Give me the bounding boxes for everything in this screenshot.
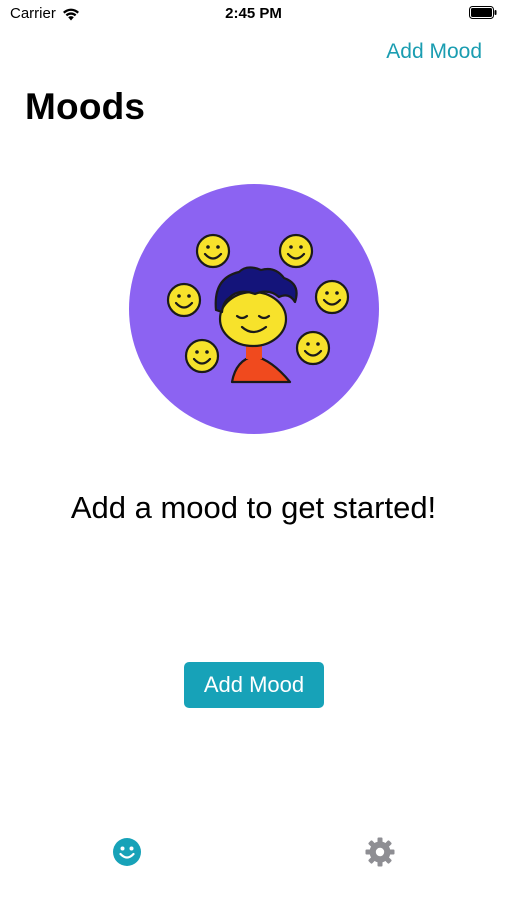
- gear-icon: [365, 837, 395, 867]
- smiley-face-icon: [195, 233, 231, 269]
- empty-state-message: Add a mood to get started!: [70, 490, 437, 525]
- smiley-face-icon: [314, 279, 350, 315]
- tab-bar: [0, 820, 507, 900]
- smiley-face-icon: [278, 233, 314, 269]
- page-title: Moods: [25, 86, 146, 127]
- add-mood-button[interactable]: Add Mood: [184, 662, 324, 708]
- add-mood-nav-button[interactable]: Add Mood: [386, 40, 482, 64]
- smiley-face-icon: [166, 282, 202, 318]
- smiley-icon: [113, 838, 141, 866]
- moods-illustration: [129, 184, 379, 434]
- status-bar: Carrier 2:45 PM: [0, 0, 507, 30]
- status-time: 2:45 PM: [225, 5, 282, 22]
- tab-moods[interactable]: [97, 830, 157, 874]
- tab-settings[interactable]: [350, 830, 410, 874]
- smiley-face-icon: [184, 338, 220, 374]
- battery-icon: [469, 6, 497, 19]
- smiley-face-icon: [295, 330, 331, 366]
